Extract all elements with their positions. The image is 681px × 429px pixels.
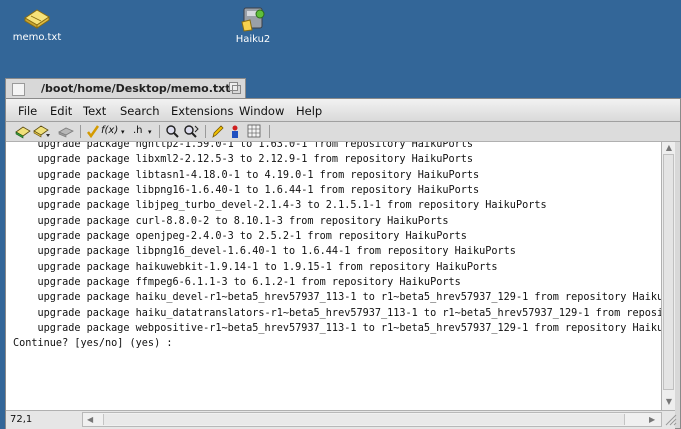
new-document-icon[interactable] (15, 124, 31, 139)
scroll-right-icon[interactable]: ▶ (649, 415, 655, 424)
editor-line: upgrade package openjpeg-2.4.0-3 to 2.5.… (13, 231, 467, 243)
editor-line: upgrade package curl-8.8.0-2 to 8.10.1-3… (13, 215, 449, 227)
editor-line: upgrade package libxml2-2.12.5-3 to 2.12… (13, 154, 474, 166)
editor-line: upgrade package haikuwebkit-1.9.14-1 to … (13, 261, 498, 273)
open-file-icon[interactable] (33, 124, 51, 139)
text-editor[interactable]: upgrade package nghttp2-1.59.0-1 to 1.63… (6, 142, 661, 410)
toolbar: f(x) ▾ .h ▾ (6, 122, 680, 142)
editor-line: upgrade package ffmpeg6-6.1.1-3 to 6.1.2… (13, 277, 461, 289)
desktop-icon-memo[interactable]: memo.txt (0, 6, 77, 43)
stylededit-window: File Edit Text Search Extensions Window … (5, 98, 681, 429)
resize-handle-icon[interactable] (663, 412, 677, 426)
menu-bar: File Edit Text Search Extensions Window … (6, 99, 680, 122)
menu-help[interactable]: Help (296, 104, 322, 118)
text-file-icon (24, 9, 50, 29)
editor-line: upgrade package haiku_datatranslators-r1… (37, 307, 661, 319)
menu-search[interactable]: Search (120, 104, 160, 118)
desktop-icon-label: Haiku2 (235, 34, 271, 45)
close-box-button[interactable] (12, 83, 25, 96)
editor-line: upgrade package libpng16_devel-1.6.40-1 … (13, 246, 516, 258)
editor-line: upgrade package haiku_devel-r1~beta5_hre… (13, 292, 661, 304)
menu-text[interactable]: Text (83, 104, 106, 118)
find-next-icon[interactable] (183, 124, 200, 139)
grid-icon[interactable] (247, 124, 261, 139)
vertical-scrollbar[interactable]: ▲ ▼ (661, 142, 675, 410)
editor-line: upgrade package libpng16-1.6.40-1 to 1.6… (13, 185, 480, 197)
editor-line: Continue? [yes/no] (yes) : (13, 338, 173, 350)
desktop-icon-haiku2[interactable]: Haiku2 (213, 6, 293, 45)
editor-line: upgrade package webpositive-r1~beta5_hre… (13, 323, 661, 335)
pencil-icon[interactable] (211, 124, 225, 139)
cursor-position: 72,1 (10, 414, 33, 425)
menu-file[interactable]: File (18, 104, 37, 118)
menu-extensions[interactable]: Extensions (171, 104, 233, 118)
chevron-down-icon: ▾ (121, 128, 125, 136)
zoom-icon[interactable] (229, 82, 241, 94)
editor-line: upgrade package nghttp2-1.59.0-1 to 1.63… (13, 142, 474, 150)
vertical-scroll-thumb[interactable] (663, 154, 674, 390)
window-title: /boot/home/Desktop/memo.txt (41, 82, 231, 95)
search-icon[interactable] (165, 124, 180, 139)
editor-line: upgrade package libjpeg_turbo_devel-2.1.… (13, 200, 547, 212)
window-tab[interactable]: /boot/home/Desktop/memo.txt (5, 78, 246, 98)
person-icon[interactable] (229, 124, 241, 139)
function-list-button[interactable]: f(x) (101, 125, 118, 140)
horizontal-scroll-thumb[interactable] (103, 414, 625, 425)
checkmark-icon[interactable] (86, 124, 100, 139)
horizontal-scrollbar[interactable]: ◀ ▶ (82, 412, 662, 427)
drive-icon (241, 7, 265, 32)
editor-line: upgrade package libtasn1-4.18.0-1 to 4.1… (13, 169, 480, 181)
desktop-icon-label: memo.txt (12, 32, 62, 43)
scroll-up-icon[interactable]: ▲ (664, 143, 674, 153)
chevron-down-icon: ▾ (148, 128, 152, 136)
header-switch-button[interactable]: .h (133, 125, 143, 140)
save-icon[interactable] (58, 124, 74, 139)
status-bar: 72,1 ◀ ▶ (6, 410, 675, 429)
menu-edit[interactable]: Edit (50, 104, 72, 118)
scroll-down-icon[interactable]: ▼ (664, 397, 674, 407)
scroll-left-icon[interactable]: ◀ (87, 415, 93, 424)
menu-window[interactable]: Window (239, 104, 284, 118)
editor-content: upgrade package nghttp2-1.59.0-1 to 1.63… (13, 142, 661, 352)
